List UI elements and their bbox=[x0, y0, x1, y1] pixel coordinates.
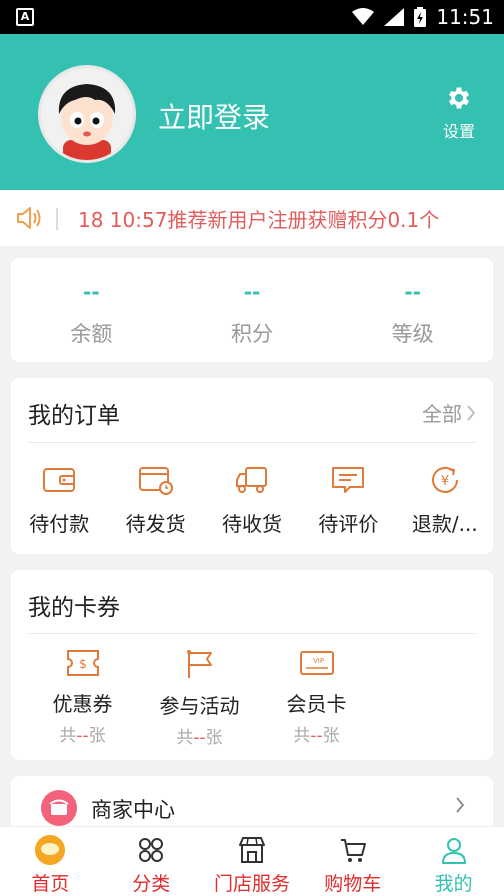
cart-icon bbox=[340, 839, 366, 862]
stat-value: -- bbox=[243, 280, 261, 304]
vip-card-icon: VIP bbox=[299, 651, 334, 675]
order-label: 待评价 bbox=[318, 512, 379, 536]
stat-level[interactable]: -- 等级 bbox=[332, 258, 493, 362]
clock: 11:51 bbox=[436, 5, 494, 29]
nav-cart[interactable]: 购物车 bbox=[302, 827, 403, 896]
order-label: 待收货 bbox=[222, 512, 283, 536]
coupon-icon: $ bbox=[66, 650, 99, 676]
login-button[interactable]: 立即登录 bbox=[158, 96, 270, 136]
order-pending-review[interactable]: 待评价 bbox=[300, 464, 396, 537]
battery-icon bbox=[414, 7, 427, 27]
settings-label: 设置 bbox=[442, 122, 475, 141]
divider bbox=[28, 633, 476, 634]
order-pending-receipt[interactable]: 待收货 bbox=[204, 464, 300, 537]
flag-icon bbox=[186, 650, 212, 678]
coupon-count: 共--张 bbox=[293, 726, 340, 746]
stat-label: 等级 bbox=[391, 322, 434, 346]
stat-points[interactable]: -- 积分 bbox=[172, 258, 333, 362]
notice-bar[interactable]: 18 10:57推荐新用户注册获赠积分0.1个 bbox=[0, 190, 504, 246]
chevron-right-icon bbox=[456, 797, 465, 813]
coupon-count: 共--张 bbox=[59, 726, 106, 746]
orders-title: 我的订单 bbox=[28, 403, 120, 429]
account-stats-card: -- 余额 -- 积分 -- 等级 bbox=[11, 258, 493, 362]
order-pending-payment[interactable]: 待付款 bbox=[11, 464, 107, 537]
order-label: 待付款 bbox=[29, 512, 90, 536]
order-refund[interactable]: ¥ 退款/... bbox=[397, 464, 493, 537]
nav-category[interactable]: 分类 bbox=[101, 827, 202, 896]
coupon-item-coupons[interactable]: $ 优惠券 共--张 bbox=[24, 648, 141, 748]
stat-balance[interactable]: -- 余额 bbox=[11, 258, 172, 362]
nav-label: 我的 bbox=[434, 873, 473, 895]
stat-label: 余额 bbox=[70, 322, 113, 346]
bottom-navigation: 首页 分类 门店服务 购物车 我的 bbox=[0, 826, 504, 896]
coupon-label: 参与活动 bbox=[159, 694, 240, 718]
stat-label: 积分 bbox=[231, 322, 273, 346]
wallet-icon bbox=[43, 468, 76, 492]
notice-divider bbox=[56, 208, 58, 230]
settings-button[interactable]: 设置 bbox=[434, 84, 484, 142]
my-orders-card: 我的订单 全部 待付款 待发货 待收货 待评价 ¥ 退款/... bbox=[11, 378, 493, 554]
signal-icon bbox=[384, 8, 405, 26]
divider bbox=[28, 442, 476, 443]
svg-text:$: $ bbox=[79, 657, 87, 671]
svg-text:¥: ¥ bbox=[441, 474, 449, 489]
coupon-item-activities[interactable]: 参与活动 共--张 bbox=[141, 648, 258, 748]
svg-text:VIP: VIP bbox=[313, 657, 324, 665]
status-bar: A 11:51 bbox=[0, 0, 504, 34]
chevron-right-icon bbox=[467, 404, 476, 421]
stat-value: -- bbox=[83, 280, 100, 304]
coupons-title: 我的卡券 bbox=[28, 595, 120, 621]
coupon-item-membership-card[interactable]: VIP 会员卡 共--张 bbox=[258, 648, 375, 748]
nav-label: 首页 bbox=[31, 873, 70, 895]
nav-mine[interactable]: 我的 bbox=[403, 827, 504, 896]
merchant-center-icon bbox=[41, 790, 77, 826]
order-label: 待发货 bbox=[125, 512, 186, 536]
nav-label: 门店服务 bbox=[213, 873, 290, 895]
app-notification-icon: A bbox=[16, 8, 34, 26]
store-icon bbox=[238, 837, 265, 863]
nav-store-service[interactable]: 门店服务 bbox=[202, 827, 303, 896]
notice-text: 18 10:57推荐新用户注册获赠积分0.1个 bbox=[78, 208, 440, 232]
comment-icon bbox=[332, 467, 365, 493]
coupon-label: 优惠券 bbox=[52, 692, 113, 716]
gear-icon bbox=[448, 87, 470, 109]
avatar[interactable] bbox=[38, 65, 136, 163]
all-orders-label: 全部 bbox=[422, 402, 462, 426]
coupon-label: 会员卡 bbox=[286, 692, 347, 716]
profile-header: 立即登录 设置 bbox=[0, 34, 504, 190]
order-label: 退款/... bbox=[411, 512, 478, 536]
card-clock-icon bbox=[138, 467, 173, 495]
user-icon bbox=[441, 838, 466, 864]
grid-icon bbox=[139, 838, 164, 862]
nav-label: 购物车 bbox=[324, 873, 382, 895]
speaker-icon bbox=[17, 207, 41, 229]
coupon-count: 共--张 bbox=[176, 728, 223, 748]
nav-label: 分类 bbox=[132, 873, 171, 895]
truck-icon bbox=[236, 467, 268, 493]
wifi-icon bbox=[352, 8, 375, 25]
my-cards-coupons-card: 我的卡券 $ 优惠券 共--张 参与活动 共--张 VIP 会员卡 共--张 bbox=[11, 570, 493, 760]
all-orders-link[interactable]: 全部 bbox=[422, 398, 476, 427]
cartoon-boy-avatar-icon bbox=[58, 84, 116, 160]
stat-value: -- bbox=[404, 280, 421, 304]
order-pending-shipment[interactable]: 待发货 bbox=[107, 464, 203, 537]
merchant-center-label: 商家中心 bbox=[91, 798, 175, 822]
refund-icon: ¥ bbox=[431, 466, 458, 493]
home-logo-icon bbox=[35, 835, 66, 865]
nav-home[interactable]: 首页 bbox=[0, 827, 101, 896]
